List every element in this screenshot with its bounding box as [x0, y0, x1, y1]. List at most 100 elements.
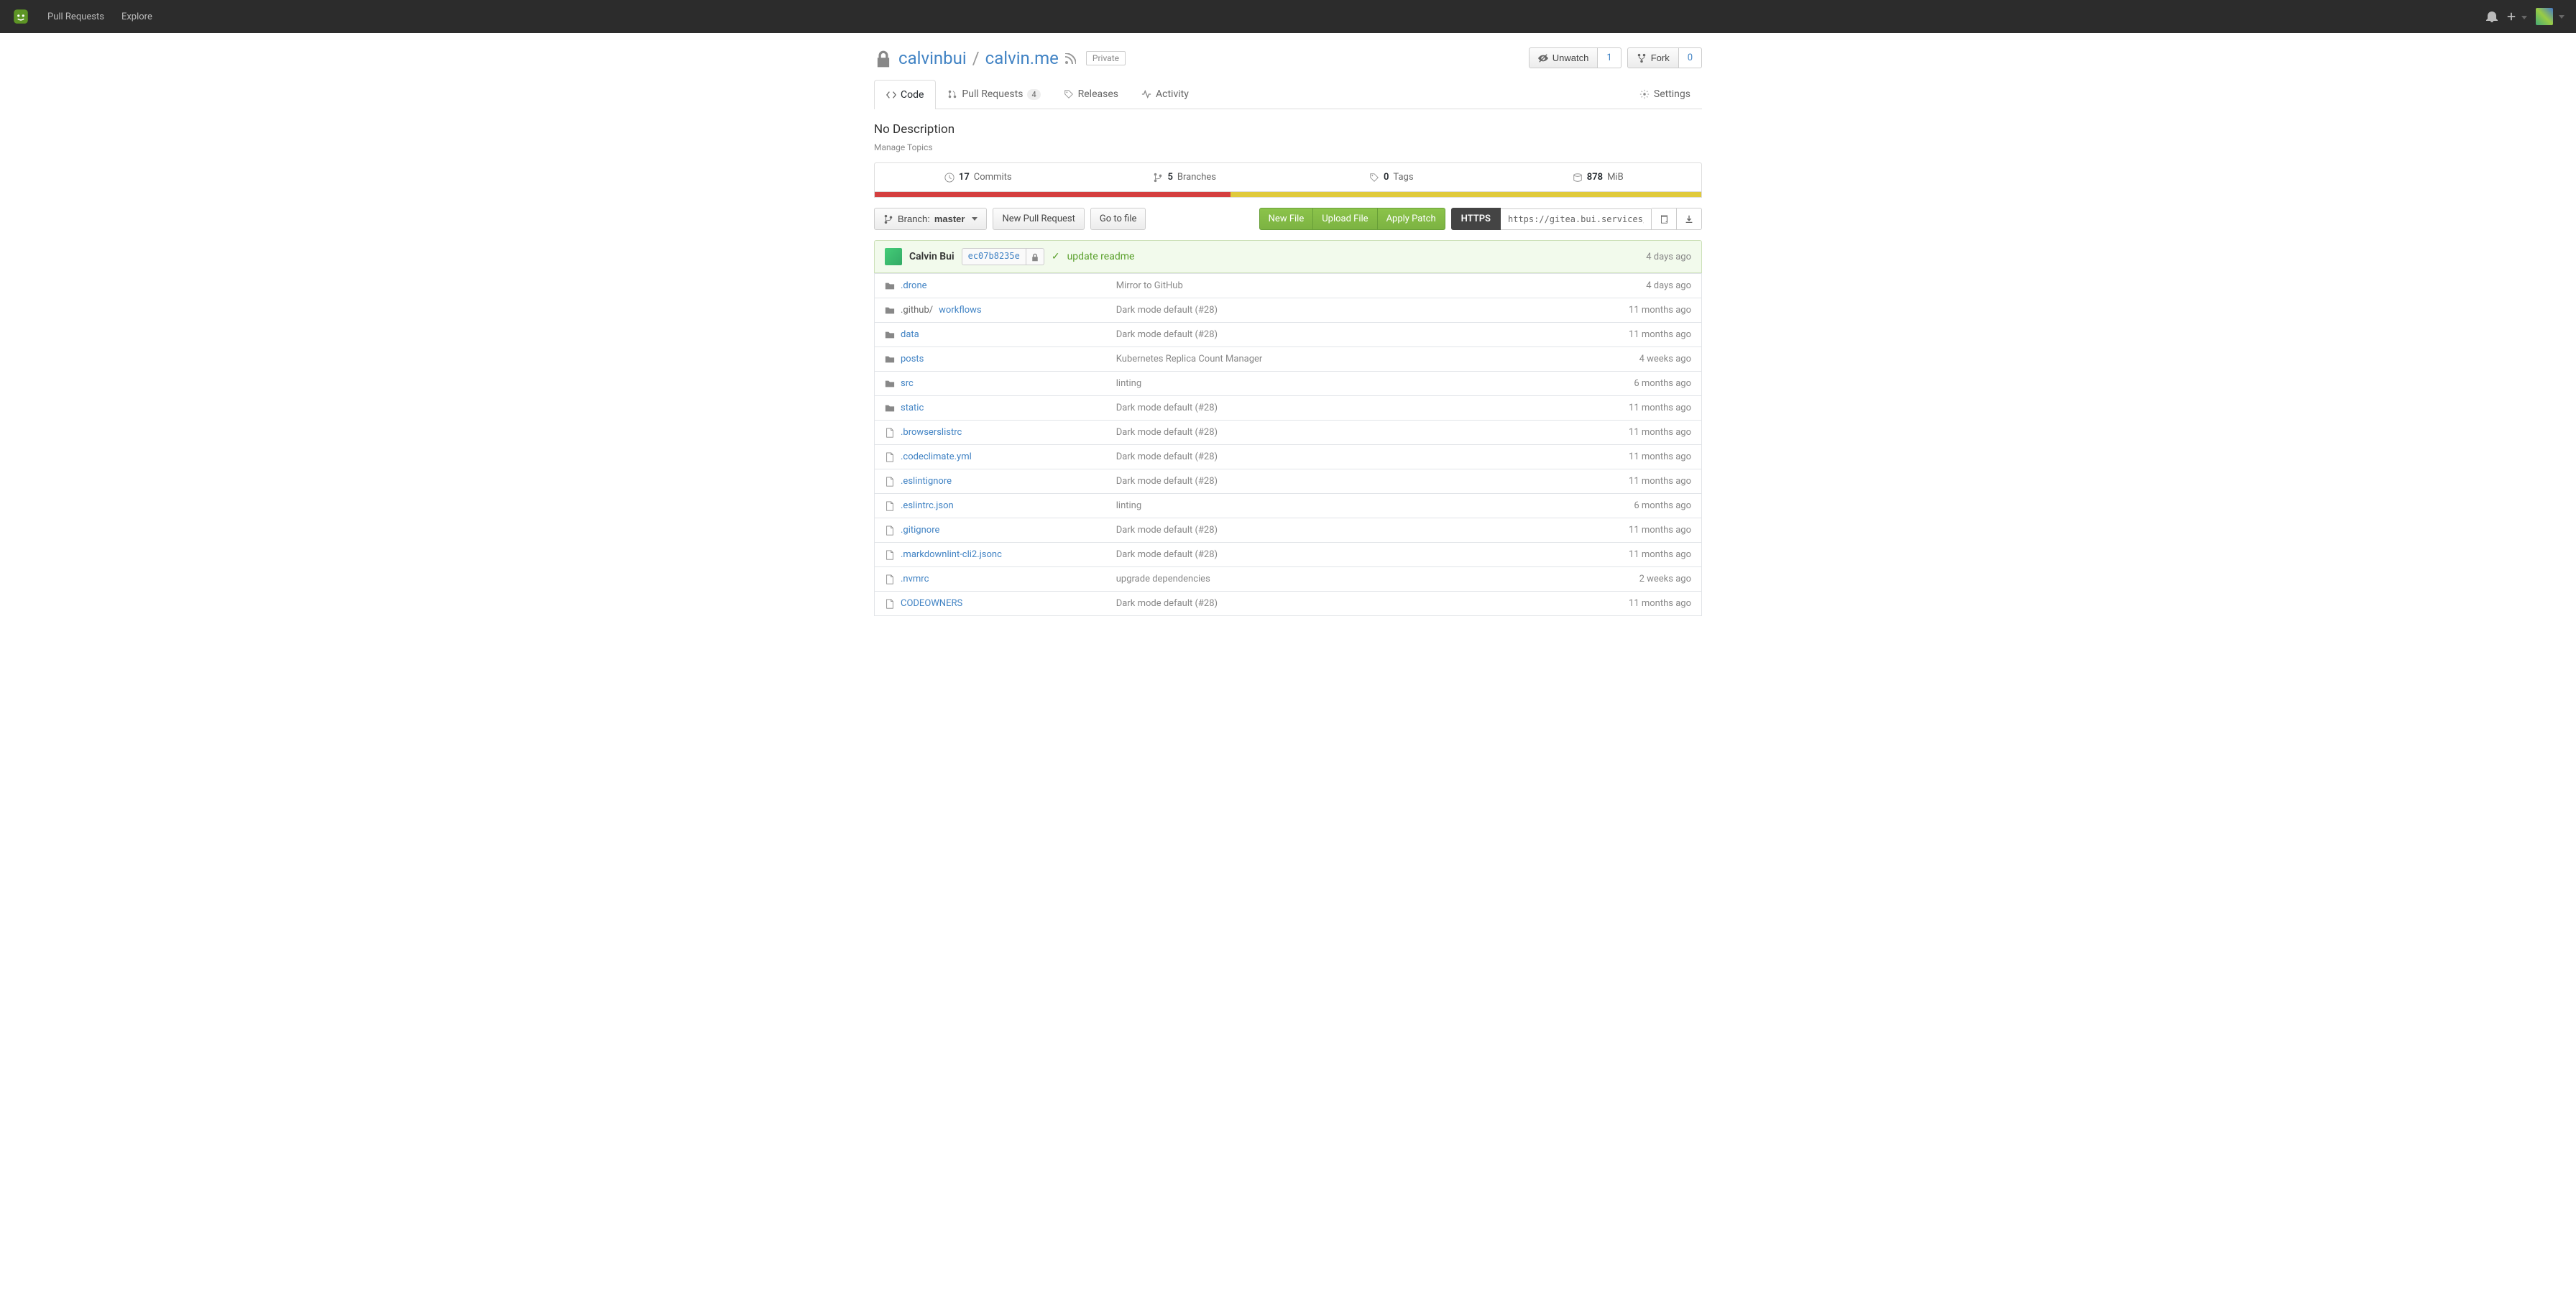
- repo-name-link[interactable]: calvin.me: [985, 48, 1059, 68]
- file-commit-message[interactable]: Dark mode default (#28): [1116, 451, 1218, 462]
- file-time: 11 months ago: [1552, 421, 1701, 445]
- manage-topics-link[interactable]: Manage Topics: [874, 142, 1702, 162]
- file-link[interactable]: .gitignore: [901, 525, 939, 536]
- commit-author-avatar[interactable]: [885, 248, 902, 265]
- file-icon: [885, 427, 895, 438]
- toolbar: Branch: master New Pull Request Go to fi…: [874, 198, 1702, 240]
- file-link[interactable]: .eslintignore: [901, 476, 952, 487]
- download-button[interactable]: [1677, 208, 1702, 230]
- rss-icon[interactable]: [1064, 48, 1076, 68]
- dir-icon: [885, 378, 895, 389]
- fork-count[interactable]: 0: [1679, 47, 1702, 68]
- tab-pr-label: Pull Requests: [962, 88, 1023, 100]
- file-time: 2 weeks ago: [1552, 567, 1701, 592]
- file-icon: [885, 598, 895, 609]
- copy-url-button[interactable]: [1652, 208, 1677, 230]
- file-icon: [885, 451, 895, 462]
- file-commit-message[interactable]: Kubernetes Replica Count Manager: [1116, 354, 1263, 364]
- repo-header: calvinbui / calvin.me Private Unwatch 1 …: [874, 33, 1702, 80]
- tab-releases[interactable]: Releases: [1052, 80, 1130, 109]
- table-row: .gitignore Dark mode default (#28) 11 mo…: [875, 518, 1702, 543]
- watch-count[interactable]: 1: [1598, 47, 1621, 68]
- file-commit-message[interactable]: Dark mode default (#28): [1116, 549, 1218, 560]
- table-row: .drone Mirror to GitHub 4 days ago: [875, 274, 1702, 298]
- table-row: .markdownlint-cli2.jsonc Dark mode defau…: [875, 543, 1702, 567]
- tab-pull-requests[interactable]: Pull Requests 4: [936, 80, 1052, 109]
- clone-url-input[interactable]: [1501, 208, 1652, 230]
- file-link[interactable]: .browserslistrc: [901, 427, 962, 438]
- file-link[interactable]: src: [901, 378, 914, 389]
- file-link[interactable]: .markdownlint-cli2.jsonc: [901, 549, 1002, 560]
- new-file-button[interactable]: New File: [1259, 208, 1314, 230]
- file-commit-message[interactable]: linting: [1116, 378, 1141, 389]
- tags-label: Tags: [1393, 172, 1413, 183]
- upload-file-button[interactable]: Upload File: [1313, 208, 1377, 230]
- table-row: .github/workflows Dark mode default (#28…: [875, 298, 1702, 323]
- fork-button[interactable]: Fork: [1627, 47, 1679, 68]
- file-commit-message[interactable]: Dark mode default (#28): [1116, 305, 1218, 316]
- file-time: 11 months ago: [1552, 298, 1701, 323]
- stat-tags[interactable]: 0 Tags: [1288, 163, 1495, 191]
- tab-activity[interactable]: Activity: [1130, 80, 1200, 109]
- file-time: 11 months ago: [1552, 592, 1701, 616]
- commit-signature-icon[interactable]: [1026, 248, 1044, 265]
- pr-count-badge: 4: [1027, 89, 1040, 100]
- repo-owner-link[interactable]: calvinbui: [898, 48, 967, 68]
- https-label[interactable]: HTTPS: [1451, 208, 1501, 230]
- branch-dropdown[interactable]: Branch: master: [874, 208, 987, 230]
- file-link[interactable]: data: [901, 329, 919, 340]
- file-time: 11 months ago: [1552, 469, 1701, 494]
- file-link[interactable]: workflows: [939, 305, 981, 316]
- file-icon: [885, 525, 895, 536]
- file-commit-message[interactable]: Dark mode default (#28): [1116, 525, 1218, 536]
- file-commit-message[interactable]: Dark mode default (#28): [1116, 329, 1218, 340]
- unwatch-button[interactable]: Unwatch: [1529, 47, 1598, 68]
- file-link[interactable]: .codeclimate.yml: [901, 451, 972, 462]
- commits-count: 17: [959, 172, 970, 183]
- file-commit-message[interactable]: Dark mode default (#28): [1116, 427, 1218, 438]
- file-link[interactable]: .drone: [901, 280, 927, 291]
- file-path-prefix: .github/: [901, 305, 933, 316]
- logo[interactable]: [12, 7, 30, 26]
- dir-icon: [885, 280, 895, 291]
- dir-icon: [885, 403, 895, 413]
- file-commit-message[interactable]: upgrade dependencies: [1116, 574, 1210, 584]
- language-bar[interactable]: [874, 192, 1702, 198]
- file-link[interactable]: CODEOWNERS: [901, 598, 962, 609]
- fork-label: Fork: [1651, 52, 1670, 63]
- table-row: .browserslistrc Dark mode default (#28) …: [875, 421, 1702, 445]
- tab-settings[interactable]: Settings: [1628, 80, 1702, 109]
- size-unit: MiB: [1607, 172, 1624, 183]
- file-commit-message[interactable]: Dark mode default (#28): [1116, 598, 1218, 609]
- commit-hash[interactable]: ec07b8235e: [962, 248, 1026, 265]
- table-row: data Dark mode default (#28) 11 months a…: [875, 323, 1702, 347]
- chevron-down-icon: [972, 217, 978, 221]
- apply-patch-button[interactable]: Apply Patch: [1378, 208, 1445, 230]
- branch-value: master: [934, 214, 965, 224]
- commit-time: 4 days ago: [1646, 252, 1691, 262]
- nav-pull-requests[interactable]: Pull Requests: [47, 12, 104, 22]
- file-commit-message[interactable]: Dark mode default (#28): [1116, 403, 1218, 413]
- user-menu[interactable]: [2536, 8, 2564, 25]
- nav-explore[interactable]: Explore: [121, 12, 152, 22]
- stat-size: 878 MiB: [1495, 163, 1702, 191]
- stat-branches[interactable]: 5 Branches: [1082, 163, 1289, 191]
- commit-author[interactable]: Calvin Bui: [909, 251, 954, 262]
- file-commit-message[interactable]: Dark mode default (#28): [1116, 476, 1218, 487]
- new-pr-button[interactable]: New Pull Request: [993, 208, 1084, 230]
- commit-message[interactable]: update readme: [1067, 251, 1135, 262]
- stat-commits[interactable]: 17 Commits: [875, 163, 1082, 191]
- file-link[interactable]: .eslintrc.json: [901, 500, 954, 511]
- table-row: .nvmrc upgrade dependencies 2 weeks ago: [875, 567, 1702, 592]
- tab-code[interactable]: Code: [874, 80, 936, 109]
- file-commit-message[interactable]: Mirror to GitHub: [1116, 280, 1183, 291]
- go-to-file-button[interactable]: Go to file: [1090, 208, 1146, 230]
- file-commit-message[interactable]: linting: [1116, 500, 1141, 511]
- unwatch-label: Unwatch: [1552, 52, 1589, 63]
- file-link[interactable]: posts: [901, 354, 924, 364]
- tab-settings-label: Settings: [1654, 88, 1690, 100]
- create-menu-icon[interactable]: [2506, 11, 2527, 22]
- file-link[interactable]: .nvmrc: [901, 574, 929, 584]
- notifications-icon[interactable]: [2486, 11, 2498, 22]
- file-link[interactable]: static: [901, 403, 924, 413]
